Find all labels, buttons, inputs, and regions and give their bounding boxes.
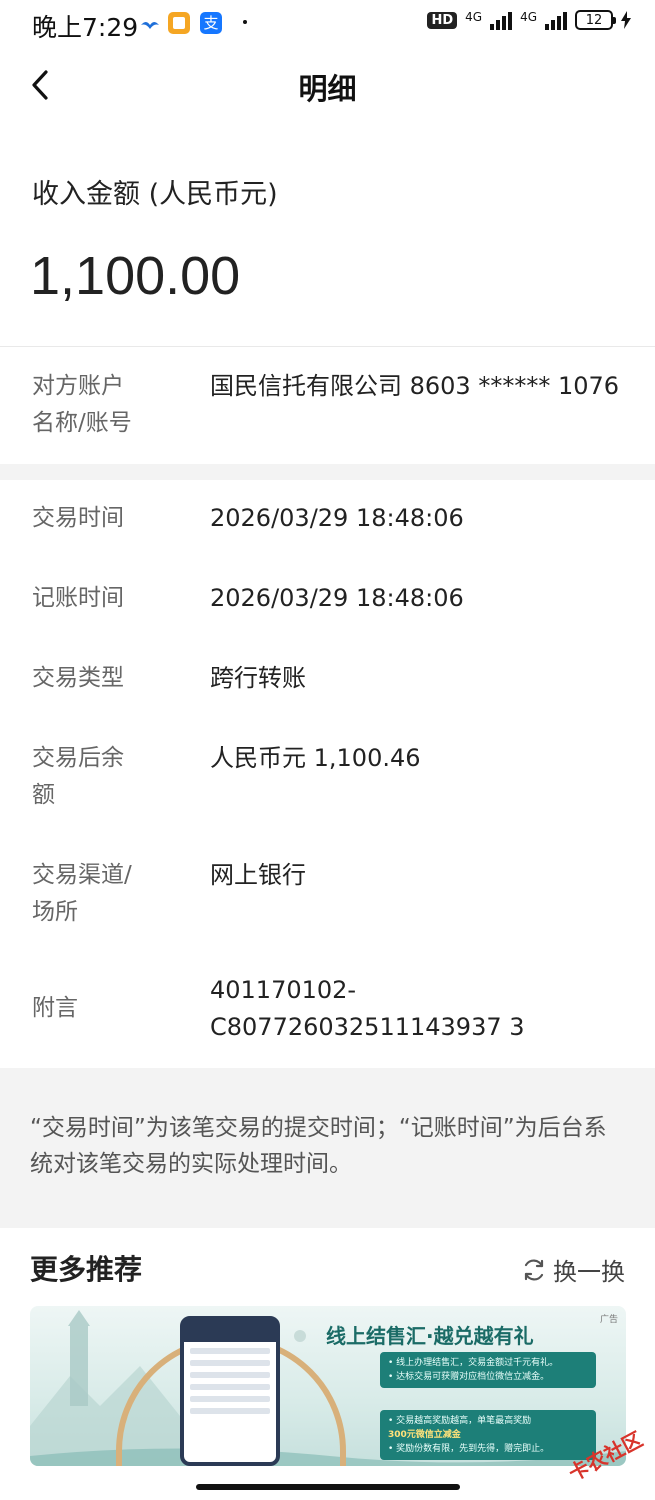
amount-label: 收入金额 (人民币元) bbox=[32, 179, 278, 210]
dot-icon bbox=[243, 20, 247, 24]
detail-label-line2: 场所 bbox=[32, 899, 78, 925]
phone-line bbox=[190, 1384, 270, 1390]
banner-box2-line1: • 交易越高奖励越高，单笔最高奖励 bbox=[388, 1416, 532, 1426]
battery-level: 12 bbox=[585, 12, 603, 28]
phone-line bbox=[190, 1396, 270, 1402]
detail-value-line1: 2026/03/29 18:48:06 bbox=[210, 584, 464, 612]
detail-value-line1: 网上银行 bbox=[210, 861, 306, 889]
detail-value-line1: 人民币元 1,100.46 bbox=[210, 744, 421, 772]
refresh-label: 换一换 bbox=[553, 1258, 625, 1286]
status-bar: 晚上7:29 支 HD 4G 4G 12 bbox=[0, 0, 655, 52]
phone-line bbox=[190, 1348, 270, 1354]
detail-value-channel: 网上银行 bbox=[210, 857, 306, 894]
detail-label-line1: 记账时间 bbox=[32, 585, 124, 611]
status-time: 晚上7:29 bbox=[32, 13, 139, 42]
section-separator bbox=[0, 464, 655, 480]
signal-icon-2 bbox=[545, 10, 567, 30]
detail-value-line1: 跨行转账 bbox=[210, 664, 306, 692]
phone-header bbox=[184, 1320, 276, 1342]
hd-badge: HD bbox=[427, 11, 458, 29]
ad-label: 广告 bbox=[599, 1315, 618, 1325]
banner-title: 线上结售汇·越兑越有礼 bbox=[326, 1324, 534, 1348]
refresh-button[interactable]: 换一换 bbox=[521, 1252, 625, 1287]
counterparty-label-line2: 名称/账号 bbox=[32, 410, 132, 436]
detail-label-line1: 交易渠道/ bbox=[32, 862, 132, 888]
detail-label-balance: 交易后余 额 bbox=[32, 740, 124, 814]
counterparty-label: 对方账户 名称/账号 bbox=[32, 368, 132, 442]
note-text: “交易时间”为该笔交易的提交时间；“记账时间”为后台系统对该笔交易的实际处理时间… bbox=[30, 1115, 607, 1177]
counterparty-label-line1: 对方账户 bbox=[32, 373, 124, 399]
charging-icon bbox=[621, 11, 631, 29]
home-indicator[interactable] bbox=[196, 1484, 460, 1490]
detail-value-line1: 2026/03/29 18:48:06 bbox=[210, 504, 464, 532]
notes-app-icon bbox=[168, 12, 190, 34]
counterparty-value: 国民信托有限公司 8603 ****** 1076 bbox=[210, 372, 620, 400]
phone-mockup bbox=[180, 1316, 280, 1466]
detail-label-channel: 交易渠道/ 场所 bbox=[32, 857, 132, 931]
alipay-icon: 支 bbox=[200, 12, 222, 34]
amount-value: 1,100.00 bbox=[30, 246, 241, 306]
refresh-icon bbox=[524, 1259, 544, 1280]
banner-box1-line2: • 达标交易可获赠对应档位微信立减金。 bbox=[388, 1372, 550, 1382]
detail-label-line1: 交易时间 bbox=[32, 505, 124, 531]
detail-label-transaction-time: 交易时间 bbox=[32, 500, 124, 537]
bird-icon bbox=[140, 16, 160, 29]
phone-line bbox=[190, 1372, 270, 1378]
phone-line bbox=[190, 1360, 270, 1366]
detail-value-line1: 401170102- bbox=[210, 976, 357, 1004]
detail-label-posting-time: 记账时间 bbox=[32, 580, 124, 617]
detail-label-line1: 交易后余 bbox=[32, 745, 124, 771]
detail-label-line1: 附言 bbox=[32, 995, 78, 1021]
detail-value-transaction-time: 2026/03/29 18:48:06 bbox=[210, 500, 464, 537]
detail-value-balance: 人民币元 1,100.46 bbox=[210, 740, 421, 777]
page-title: 明细 bbox=[298, 72, 357, 106]
divider bbox=[0, 346, 655, 347]
detail-label-remark: 附言 bbox=[32, 990, 78, 1027]
detail-value-line2: C807726032511143937 3 bbox=[210, 1013, 525, 1041]
detail-label-line1: 交易类型 bbox=[32, 665, 124, 691]
phone-line bbox=[190, 1408, 270, 1414]
banner-box2-line3: • 奖励份数有限，先到先得，赠完即止。 bbox=[388, 1444, 550, 1454]
banner-box1-line1: • 线上办理结售汇，交易金额过千元有礼。 bbox=[388, 1358, 559, 1368]
detail-value-posting-time: 2026/03/29 18:48:06 bbox=[210, 580, 464, 617]
detail-label-line2: 额 bbox=[32, 782, 55, 808]
banner-info-box-2: • 交易越高奖励越高，单笔最高奖励 300元微信立减金 • 奖励份数有限，先到先… bbox=[380, 1410, 596, 1460]
detail-value-transaction-type: 跨行转账 bbox=[210, 660, 306, 697]
banner-box2-line2: 300元微信立减金 bbox=[388, 1430, 461, 1440]
recommend-title: 更多推荐 bbox=[30, 1253, 143, 1286]
signal-icon bbox=[490, 10, 513, 30]
network-type-1: 4G bbox=[465, 10, 483, 24]
nav-bar: 明细 bbox=[0, 52, 655, 116]
banner-info-box-1: • 线上办理结售汇，交易金额过千元有礼。 • 达标交易可获赠对应档位微信立减金。 bbox=[380, 1352, 596, 1388]
detail-label-transaction-type: 交易类型 bbox=[32, 660, 124, 697]
network-type-2: 4G bbox=[520, 10, 537, 24]
battery-icon: 12 bbox=[575, 10, 616, 30]
promo-banner[interactable]: 线上结售汇·越兑越有礼 广告 • 线上办理结售汇，交易金额过千元有礼。 • 达标… bbox=[30, 1306, 626, 1466]
detail-value-remark: 401170102- C807726032511143937 3 bbox=[210, 972, 525, 1046]
